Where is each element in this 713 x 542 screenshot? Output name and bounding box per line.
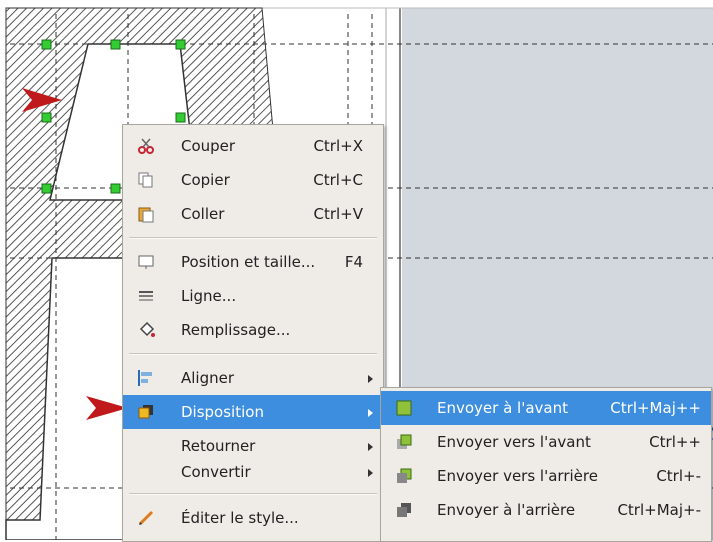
menu-item-label: Ligne...: [181, 287, 237, 305]
submenu-arrow-icon: [368, 469, 373, 477]
submenu-item-label: Envoyer vers l'arrière: [437, 467, 598, 485]
submenu-item-label: Envoyer vers l'avant: [437, 433, 591, 451]
disposition-submenu: Envoyer à l'avant Ctrl+Maj++ Envoyer ver…: [380, 387, 712, 542]
submenu-item-shortcut: Ctrl+-: [656, 467, 701, 485]
menu-item-position-taille[interactable]: Position et taille... F4: [123, 245, 383, 279]
paste-icon: [138, 207, 154, 223]
menu-item-label: Copier: [181, 171, 230, 189]
menu-item-aligner[interactable]: Aligner: [123, 361, 383, 395]
submenu-item-envoyer-vers-avant[interactable]: Envoyer vers l'avant Ctrl++: [381, 425, 711, 459]
fill-bucket-icon: [139, 321, 155, 337]
selection-handle: [175, 39, 186, 50]
menu-item-editer-style[interactable]: Éditer le style...: [123, 501, 383, 535]
submenu-item-label: Envoyer à l'arrière: [437, 501, 576, 519]
submenu-item-shortcut: Ctrl+Maj++: [610, 399, 701, 417]
selection-handle: [41, 112, 52, 123]
menu-item-disposition[interactable]: Disposition: [123, 395, 383, 429]
menu-item-label: Remplissage...: [181, 321, 291, 339]
bring-forward-icon: [397, 434, 412, 449]
menu-item-label: Couper: [181, 137, 236, 155]
selection-handle: [110, 183, 121, 194]
menu-item-label: Convertir: [181, 463, 251, 481]
menu-separator: [129, 353, 377, 355]
send-backward-icon: [397, 468, 412, 483]
menu-item-label: Éditer le style...: [181, 509, 299, 527]
menu-item-label: Aligner: [181, 369, 235, 387]
menu-item-remplissage[interactable]: Remplissage...: [123, 313, 383, 347]
selection-handle: [110, 39, 121, 50]
selection-handle: [41, 39, 52, 50]
submenu-item-envoyer-arriere[interactable]: Envoyer à l'arrière Ctrl+Maj+-: [381, 493, 711, 527]
menu-item-shortcut: Ctrl+C: [313, 171, 363, 189]
submenu-item-envoyer-vers-arriere[interactable]: Envoyer vers l'arrière Ctrl+-: [381, 459, 711, 493]
pencil-icon: [138, 510, 154, 526]
menu-item-ligne[interactable]: Ligne...: [123, 279, 383, 313]
menu-item-shortcut: Ctrl+X: [313, 137, 363, 155]
submenu-item-label: Envoyer à l'avant: [437, 399, 568, 417]
send-to-back-icon: [397, 503, 411, 517]
menu-item-shortcut: F4: [344, 253, 363, 271]
align-icon: [138, 370, 152, 386]
selection-handle: [41, 183, 52, 194]
scissors-icon: [138, 138, 154, 154]
menu-item-label: Position et taille...: [181, 253, 316, 271]
menu-separator: [129, 237, 377, 239]
menu-item-shortcut: Ctrl+V: [313, 205, 363, 223]
menu-item-coller[interactable]: Coller Ctrl+V: [123, 197, 383, 231]
arrange-icon: [138, 405, 153, 419]
menu-item-convertir[interactable]: Convertir: [123, 455, 383, 489]
bring-to-front-icon: [396, 400, 412, 416]
line-icon: [139, 291, 153, 301]
submenu-item-shortcut: Ctrl++: [649, 433, 701, 451]
submenu-arrow-icon: [368, 409, 373, 417]
menu-item-label: Disposition: [181, 403, 264, 421]
menu-item-couper[interactable]: Couper Ctrl+X: [123, 129, 383, 163]
submenu-item-envoyer-avant[interactable]: Envoyer à l'avant Ctrl+Maj++: [381, 391, 711, 425]
copy-icon: [138, 172, 153, 188]
menu-item-label: Coller: [181, 205, 225, 223]
position-size-icon: [138, 255, 154, 269]
selection-handle: [175, 112, 186, 123]
submenu-item-shortcut: Ctrl+Maj+-: [617, 501, 701, 519]
context-menu: Couper Ctrl+X Copier Ctrl+C Coller Ctrl+…: [122, 124, 384, 542]
submenu-arrow-icon: [368, 443, 373, 451]
menu-separator: [129, 493, 377, 495]
menu-item-copier[interactable]: Copier Ctrl+C: [123, 163, 383, 197]
submenu-arrow-icon: [368, 375, 373, 383]
